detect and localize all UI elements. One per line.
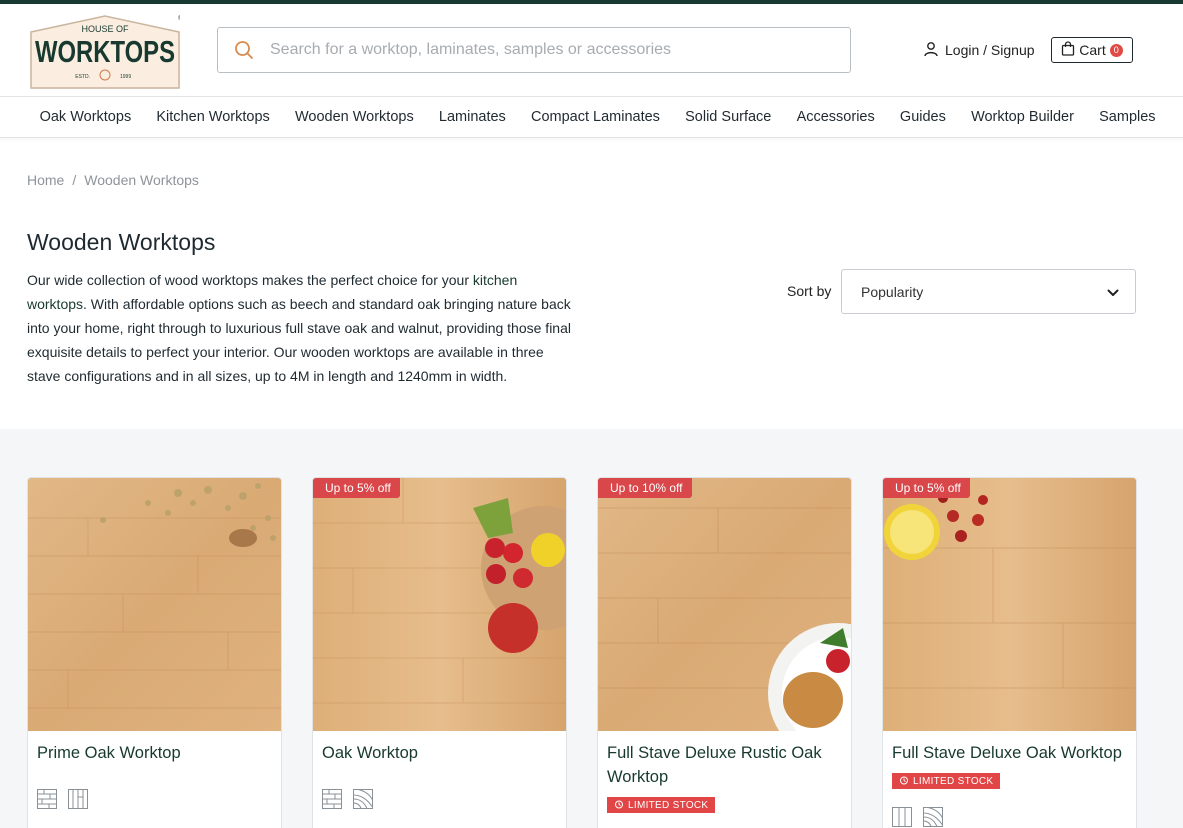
shopping-bag-icon xyxy=(1061,41,1075,59)
limited-stock-badge: LIMITED STOCK xyxy=(892,773,1001,789)
intro-text-start: Our wide collection of wood worktops mak… xyxy=(27,272,473,288)
stave-pattern-staggered-icon xyxy=(37,789,57,809)
chevron-down-icon xyxy=(1107,284,1119,300)
product-card[interactable]: Up to 5% off Oak Worktop xyxy=(312,477,567,828)
login-signup-link[interactable]: Login / Signup xyxy=(923,40,1035,60)
product-name[interactable]: Full Stave Deluxe Oak Worktop xyxy=(892,741,1122,765)
breadcrumb-separator: / xyxy=(72,172,77,188)
user-icon xyxy=(923,41,939,60)
product-image[interactable]: Up to 5% off xyxy=(313,478,566,731)
product-image[interactable]: Up to 10% off xyxy=(598,478,851,731)
cart-button[interactable]: Cart 0 xyxy=(1051,37,1133,63)
login-label: Login / Signup xyxy=(945,42,1035,58)
product-name[interactable]: Prime Oak Worktop xyxy=(37,741,267,765)
sort-by-label: Sort by xyxy=(787,283,832,299)
logo-line2: WORKTOPS xyxy=(35,34,175,69)
breadcrumb-home[interactable]: Home xyxy=(27,172,64,188)
stave-pattern-staggered-icon xyxy=(322,789,342,809)
nav-item-laminates[interactable]: Laminates xyxy=(426,109,518,125)
wood-grain-icon xyxy=(353,789,373,809)
limited-stock-text: LIMITED STOCK xyxy=(913,775,994,787)
page-title: Wooden Worktops xyxy=(27,229,216,255)
cart-count-badge: 0 xyxy=(1109,43,1123,57)
stave-pattern-full-icon xyxy=(892,807,912,827)
sort-selected-value: Popularity xyxy=(861,283,924,300)
search-icon[interactable] xyxy=(218,40,270,60)
nav-item-solid-surface[interactable]: Solid Surface xyxy=(673,109,784,125)
product-name[interactable]: Oak Worktop xyxy=(322,741,552,765)
nav-item-worktop-builder[interactable]: Worktop Builder xyxy=(958,109,1086,125)
alarm-clock-icon xyxy=(614,799,624,812)
limited-stock-badge: LIMITED STOCK xyxy=(607,797,716,813)
wood-grain-icon xyxy=(923,807,943,827)
house-of-worktops-logo[interactable]: HOUSE OF WORKTOPS ESTD. 1999 ® xyxy=(30,14,180,89)
cart-label: Cart xyxy=(1079,42,1106,58)
product-image[interactable]: Up to 5% off xyxy=(883,478,1136,731)
nav-item-kitchen-worktops[interactable]: Kitchen Worktops xyxy=(144,109,283,125)
stave-pattern-full-icon xyxy=(68,789,88,809)
breadcrumb-current: Wooden Worktops xyxy=(84,172,199,188)
logo-year: 1999 xyxy=(120,74,131,80)
product-card[interactable]: Up to 5% off Full Stave Deluxe Oak Workt… xyxy=(882,477,1137,828)
product-image[interactable] xyxy=(28,478,281,731)
product-name[interactable]: Full Stave Deluxe Rustic Oak Worktop xyxy=(607,741,837,789)
nav-item-samples[interactable]: Samples xyxy=(1087,109,1169,125)
nav-item-compact-laminates[interactable]: Compact Laminates xyxy=(518,109,672,125)
breadcrumb: Home / Wooden Worktops xyxy=(27,172,199,188)
search-input[interactable] xyxy=(270,41,830,59)
product-card[interactable]: Up to 10% off Full Stave Deluxe Rustic O… xyxy=(597,477,852,828)
nav-item-wooden-worktops[interactable]: Wooden Worktops xyxy=(282,109,426,125)
limited-stock-text: LIMITED STOCK xyxy=(628,799,709,811)
nav-item-guides[interactable]: Guides xyxy=(887,109,958,125)
top-accent-bar xyxy=(0,0,1183,4)
nav-item-oak-worktops[interactable]: Oak Worktops xyxy=(27,109,144,125)
discount-badge: Up to 10% off xyxy=(598,478,692,498)
search-bar[interactable] xyxy=(217,27,851,73)
main-navigation: Oak Worktops Kitchen Worktops Wooden Wor… xyxy=(0,96,1183,138)
logo-estd: ESTD. xyxy=(75,74,90,80)
discount-badge: Up to 5% off xyxy=(883,478,970,498)
sort-by-select[interactable]: Popularity xyxy=(841,269,1136,314)
alarm-clock-icon xyxy=(899,775,909,788)
svg-text:®: ® xyxy=(178,15,180,22)
logo-line1: HOUSE OF xyxy=(81,24,129,34)
intro-text-end: . With affordable options such as beech … xyxy=(27,296,571,384)
discount-badge: Up to 5% off xyxy=(313,478,400,498)
category-description: Our wide collection of wood worktops mak… xyxy=(27,268,572,388)
nav-item-accessories[interactable]: Accessories xyxy=(784,109,887,125)
product-card[interactable]: Prime Oak Worktop xyxy=(27,477,282,828)
